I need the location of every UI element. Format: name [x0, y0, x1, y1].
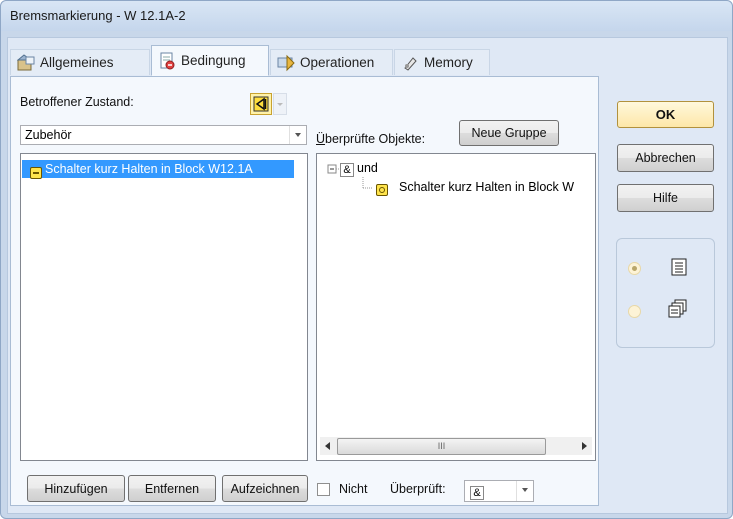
new-group-button-label: Neue Gruppe — [471, 126, 547, 140]
affected-items-list[interactable]: Schalter kurz Halten in Block W12.1A — [20, 153, 308, 461]
title-bar[interactable]: Bremsmarkierung - W 12.1A-2 — [1, 1, 732, 31]
checked-by-combo[interactable]: & — [464, 480, 534, 502]
list-item[interactable]: Schalter kurz Halten in Block W12.1A — [22, 160, 294, 181]
checked-objects-tree[interactable]: & und Schalter kurz Halten in Block W II… — [316, 153, 596, 461]
window-title: Bremsmarkierung - W 12.1A-2 — [10, 8, 186, 23]
checked-by-label: Überprüft: — [390, 482, 446, 496]
accessory-icon — [30, 163, 42, 181]
state-dropdown-arrow[interactable] — [273, 93, 287, 115]
chevron-down-icon[interactable] — [516, 481, 533, 501]
state-icon-button[interactable] — [250, 93, 272, 115]
chevron-down-icon[interactable] — [289, 126, 306, 144]
copy-view-icon — [668, 298, 688, 321]
list-view-icon — [669, 257, 689, 280]
list-item-label: Schalter kurz Halten in Block W12.1A — [45, 162, 253, 176]
checked-objects-label: Überprüfte Objekte: — [316, 132, 426, 146]
new-group-button[interactable]: Neue Gruppe — [459, 120, 559, 146]
accessory-ring-icon — [376, 182, 388, 196]
and-operator-icon: & — [470, 483, 484, 501]
operations-icon — [277, 54, 295, 72]
tree-root-label[interactable]: und — [357, 161, 378, 175]
horizontal-scrollbar[interactable]: III — [320, 437, 592, 455]
help-button[interactable]: Hilfe — [617, 184, 714, 212]
tree-child-label[interactable]: Schalter kurz Halten in Block W — [399, 180, 574, 194]
not-checkbox[interactable] — [317, 483, 330, 496]
view-list-radio[interactable] — [628, 262, 641, 275]
help-button-label: Hilfe — [652, 191, 678, 205]
ok-button[interactable]: OK — [617, 101, 714, 128]
tab-memory[interactable]: Memory — [394, 49, 490, 75]
state-label: Betroffener Zustand: — [20, 95, 134, 109]
remove-button-label: Entfernen — [144, 481, 200, 496]
ok-button-label: OK — [655, 107, 676, 122]
brake-marker-icon — [253, 96, 269, 112]
properties-icon — [16, 53, 35, 72]
tab-label: Memory — [424, 55, 473, 70]
tab-operationen[interactable]: Operationen — [270, 49, 393, 75]
cancel-button[interactable]: Abbrechen — [617, 144, 714, 172]
category-combo[interactable]: Zubehör — [20, 125, 307, 145]
memory-icon — [401, 54, 419, 72]
arrow-right-icon — [582, 442, 587, 450]
add-button-label: Hinzufügen — [44, 481, 108, 496]
view-mode-panel — [616, 238, 715, 348]
scroll-thumb[interactable]: III — [337, 438, 546, 455]
tab-label: Bedingung — [181, 53, 246, 68]
arrow-left-icon — [325, 442, 330, 450]
category-value: Zubehör — [25, 128, 72, 142]
scroll-left-button[interactable] — [320, 437, 336, 455]
not-label: Nicht — [339, 482, 368, 496]
tab-bedingung[interactable]: Bedingung — [151, 45, 269, 76]
remove-button[interactable]: Entfernen — [128, 475, 216, 502]
record-button[interactable]: Aufzeichnen — [222, 475, 308, 502]
chevron-down-icon — [277, 103, 283, 106]
cancel-button-label: Abbrechen — [635, 151, 696, 165]
tab-allgemeines[interactable]: Allgemeines — [10, 49, 150, 75]
view-copy-radio[interactable] — [628, 305, 641, 318]
record-button-label: Aufzeichnen — [230, 481, 300, 496]
add-button[interactable]: Hinzufügen — [27, 475, 125, 502]
condition-icon — [158, 52, 176, 70]
and-group-icon: & — [340, 162, 354, 177]
tab-label: Allgemeines — [40, 55, 114, 70]
scroll-right-button[interactable] — [576, 437, 592, 455]
tab-label: Operationen — [300, 55, 375, 70]
